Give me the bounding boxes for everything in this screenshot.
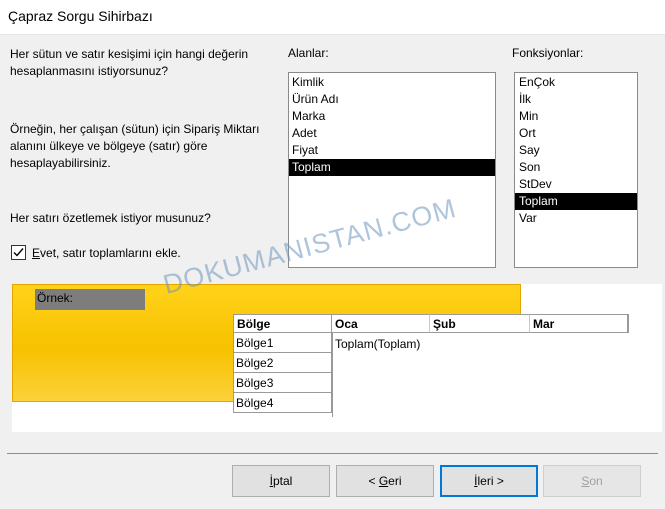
sample-preview: Örnek: Bölge Oca Şub Mar Bölge1 Bölge2 B… — [12, 284, 662, 432]
checkmark-icon — [13, 248, 24, 257]
row-totals-label: Evet, satır toplamlarını ekle. — [32, 245, 181, 260]
row-cell: Bölge3 — [233, 373, 332, 393]
function-item[interactable]: Var — [515, 210, 637, 227]
column-header-cell: Şub — [430, 314, 530, 333]
function-item[interactable]: StDev — [515, 176, 637, 193]
function-item[interactable]: Min — [515, 108, 637, 125]
summarize-question-text: Her satırı özetlemek istiyor musunuz? — [10, 211, 211, 225]
wizard-body: Her sütun ve satır kesişimi için hangi d… — [0, 34, 665, 509]
field-item[interactable]: Kimlik — [289, 74, 495, 91]
divider — [7, 453, 658, 454]
field-item[interactable]: Adet — [289, 125, 495, 142]
function-item[interactable]: Say — [515, 142, 637, 159]
field-item-selected[interactable]: Toplam — [289, 159, 495, 176]
functions-label: Fonksiyonlar: — [512, 46, 584, 60]
field-item[interactable]: Marka — [289, 108, 495, 125]
grid-divider — [332, 333, 333, 417]
example-text: Örneğin, her çalışan (sütun) için Sipari… — [10, 122, 260, 170]
row-cell: Bölge4 — [233, 393, 332, 413]
window-title: Çapraz Sorgu Sihirbazı — [8, 8, 153, 24]
field-item[interactable]: Fiyat — [289, 142, 495, 159]
fields-label: Alanlar: — [288, 46, 329, 60]
value-cell: Toplam(Toplam) — [335, 337, 421, 351]
row-totals-checkbox[interactable]: Evet, satır toplamlarını ekle. — [11, 245, 181, 260]
function-item[interactable]: İlk — [515, 91, 637, 108]
value-question-text: Her sütun ve satır kesişimi için hangi d… — [10, 47, 249, 78]
function-item[interactable]: EnÇok — [515, 74, 637, 91]
function-item[interactable]: Ort — [515, 125, 637, 142]
row-header-cell: Bölge — [233, 314, 332, 333]
fields-listbox[interactable]: Kimlik Ürün Adı Marka Adet Fiyat Toplam — [288, 72, 496, 268]
finish-button[interactable]: Son — [543, 465, 641, 497]
title-bar: Çapraz Sorgu Sihirbazı — [0, 0, 665, 34]
column-header-cell: Oca — [332, 314, 430, 333]
checkbox-box[interactable] — [11, 245, 26, 260]
function-item[interactable]: Son — [515, 159, 637, 176]
function-item-selected[interactable]: Toplam — [515, 193, 637, 210]
back-button[interactable]: < Geri — [336, 465, 434, 497]
sample-grid: Bölge Oca Şub Mar Bölge1 Bölge2 Bölge3 B… — [233, 314, 629, 417]
field-item[interactable]: Ürün Adı — [289, 91, 495, 108]
sample-label: Örnek: — [35, 289, 145, 310]
row-cell: Bölge1 — [233, 333, 332, 353]
cancel-button[interactable]: İptal — [232, 465, 330, 497]
row-cell: Bölge2 — [233, 353, 332, 373]
column-header-cell: Mar — [530, 314, 629, 333]
next-button[interactable]: İleri > — [440, 465, 538, 497]
functions-listbox[interactable]: EnÇok İlk Min Ort Say Son StDev Toplam V… — [514, 72, 638, 268]
